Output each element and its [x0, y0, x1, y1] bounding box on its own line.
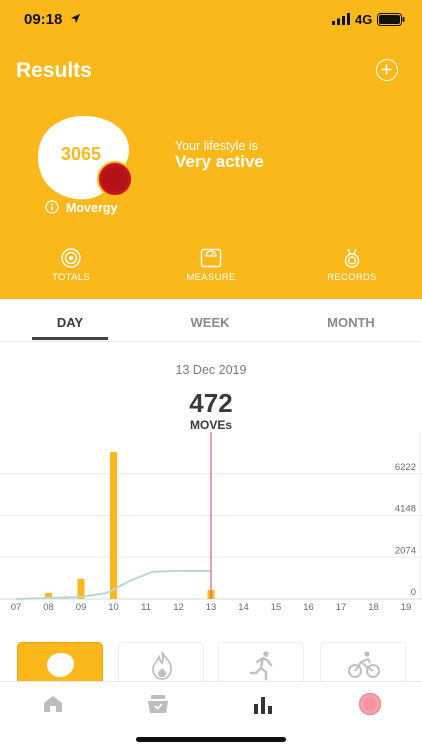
lifestyle-value: Very active	[175, 152, 264, 171]
x-tick-label: 08	[43, 602, 54, 612]
battery-icon	[377, 13, 405, 26]
home-indicator	[136, 737, 286, 742]
nav-profile[interactable]	[350, 692, 390, 718]
x-tick-label: 11	[141, 602, 151, 612]
x-tick-label: 14	[238, 602, 249, 612]
quick-nav-measure-label: MEASURE	[186, 272, 236, 283]
status-bar: 09:18 4G	[0, 0, 422, 40]
inbox-icon	[148, 695, 168, 713]
chart-total: 472	[189, 388, 233, 418]
y-tick-label: 0	[411, 587, 416, 598]
tab-divider	[0, 341, 422, 342]
movergy-label: Movergy	[66, 201, 118, 215]
quick-nav-records-label: RECORDS	[327, 272, 377, 283]
x-tick-label: 17	[336, 602, 347, 612]
category-running[interactable]	[218, 642, 304, 684]
page-title: Results	[16, 59, 92, 82]
flame-icon	[152, 651, 172, 680]
quick-nav-totals-label: TOTALS	[52, 272, 90, 283]
y-tick-label: 4148	[395, 504, 416, 515]
quick-nav-records[interactable]: RECORDS	[302, 248, 402, 288]
x-tick-label: 07	[11, 602, 22, 612]
home-icon	[44, 696, 62, 712]
running-icon	[249, 651, 273, 681]
tab-month[interactable]: MONTH	[309, 315, 393, 341]
medal-icon	[344, 248, 360, 268]
category-movergy[interactable]	[17, 642, 103, 684]
signal-icon	[332, 13, 350, 25]
totals-icon	[61, 248, 81, 268]
profile-icon	[358, 692, 382, 716]
x-tick-label: 19	[401, 602, 412, 612]
add-button[interactable]	[376, 59, 398, 81]
quick-nav-measure[interactable]: MEASURE	[161, 248, 261, 288]
x-tick-label: 15	[271, 602, 282, 612]
y-tick-label: 2074	[395, 545, 416, 556]
moves-chart[interactable]: 0 2074 4148 6222 07 08 09 10 11 12 13 14 15 16 17 18 19	[0, 432, 422, 612]
x-tick-label: 09	[76, 602, 87, 612]
chart-date: 13 Dec 2019	[175, 363, 247, 377]
tab-active-indicator	[32, 337, 108, 340]
tab-week[interactable]: WEEK	[172, 315, 248, 341]
status-time: 09:18	[24, 11, 63, 28]
chart-bar	[110, 452, 117, 599]
bar-chart-icon	[254, 697, 272, 714]
x-tick-label: 12	[173, 602, 184, 612]
lifestyle-label: Your lifestyle is	[175, 139, 258, 153]
x-tick-label: 18	[368, 602, 379, 612]
category-calories[interactable]	[118, 642, 204, 684]
nav-stats[interactable]	[243, 692, 283, 718]
x-tick-label: 13	[206, 602, 217, 612]
movergy-blob-icon	[47, 653, 75, 677]
x-tick-label: 16	[303, 602, 314, 612]
chart-unit: MOVEs	[189, 418, 232, 432]
scale-icon	[200, 248, 222, 268]
nav-home[interactable]	[33, 692, 73, 718]
nav-inbox[interactable]	[138, 692, 178, 718]
x-tick-label: 10	[108, 602, 119, 612]
location-arrow-icon	[70, 13, 81, 24]
plus-icon	[381, 64, 392, 75]
movergy-score: 3065	[60, 144, 102, 164]
y-tick-label: 6222	[395, 462, 416, 473]
network-label: 4G	[355, 12, 373, 27]
category-cycling[interactable]	[320, 642, 406, 684]
cycling-icon	[348, 651, 380, 678]
info-icon[interactable]	[45, 200, 59, 214]
quick-nav-totals[interactable]: TOTALS	[21, 248, 121, 288]
